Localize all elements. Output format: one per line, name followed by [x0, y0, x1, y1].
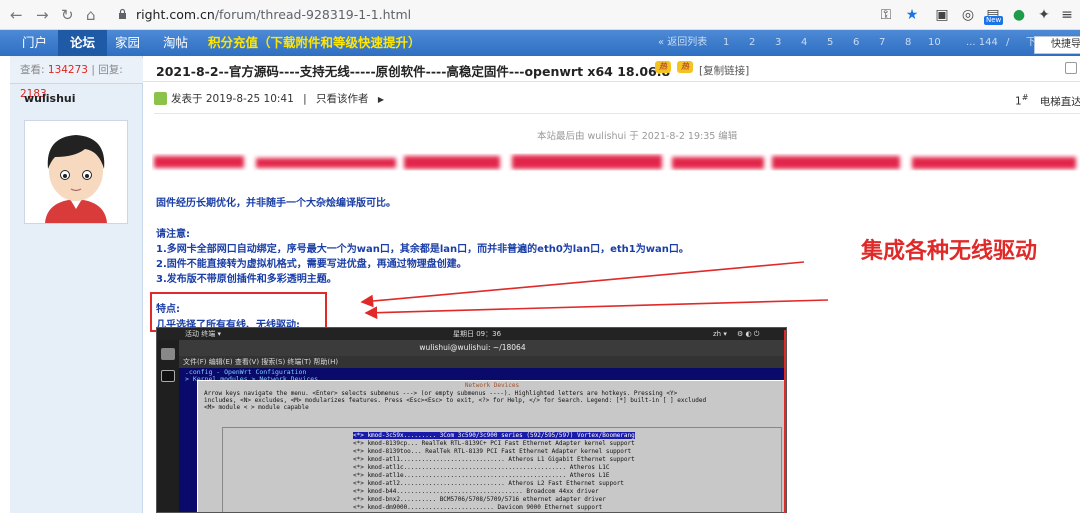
dock [157, 340, 179, 512]
terminal-title: wulishui@wulishui: ~/18064 [157, 340, 786, 356]
highlight-edge [784, 330, 786, 513]
help-text: <M> module < > module capable [204, 404, 309, 411]
list-item[interactable]: <*> kmod-dm9000........................ … [353, 504, 602, 511]
list-item[interactable]: <*> kmod-8139cp... RealTek RTL-8139C+ PC… [353, 440, 635, 447]
desktop-topbar: 活动 终端 ▾ 星期日 09：36 zh ▾ ⚙ ◐ ⏻ [157, 328, 786, 340]
terminal-menu: 文件(F) 编辑(E) 查看(V) 搜索(S) 终端(T) 帮助(H) [179, 356, 786, 368]
terminal-body: .config - OpenWrt Configuration > Kernel… [179, 368, 786, 512]
list-item[interactable]: <*> kmod-3c59x......... 3Com 3c590/3c900… [353, 432, 635, 439]
clock: 星期日 09：36 [453, 330, 502, 338]
terminal-screenshot: 活动 终端 ▾ 星期日 09：36 zh ▾ ⚙ ◐ ⏻ wulishui@wu… [156, 327, 787, 513]
list-item[interactable]: <*> kmod-bnx2.......... BCM5706/5708/570… [353, 496, 606, 503]
annotation-text: 集成各种无线驱动 [861, 239, 1038, 264]
list-item[interactable]: <*> kmod-b44............................… [353, 488, 599, 495]
list-item[interactable]: <*> kmod-8139too... RealTek RTL-8139 PCI… [353, 448, 631, 455]
list-item[interactable]: <*> kmod-atl1c..........................… [353, 464, 609, 471]
help-text: Arrow keys navigate the menu. <Enter> se… [204, 390, 678, 397]
help-text: includes, <N> excludes, <M> modularizes … [204, 397, 707, 404]
input-method: zh ▾ [713, 330, 727, 338]
files-icon[interactable] [161, 348, 175, 360]
network-icon: ⚙ ◐ ⏻ [737, 330, 760, 338]
list-item[interactable]: <*> kmod-atl1...........................… [353, 456, 635, 463]
list-item[interactable]: <*> kmod-atl2...........................… [353, 480, 624, 487]
activities-label: 活动 终端 ▾ [185, 330, 221, 338]
menuconfig-dialog: Network Devices Arrow keys navigate the … [197, 380, 786, 512]
dialog-title: Network Devices [464, 382, 520, 389]
options-list: <*> kmod-3c59x......... 3Com 3c590/3c900… [222, 427, 782, 512]
list-item[interactable]: <*> kmod-atl1e..........................… [353, 472, 609, 479]
terminal-icon[interactable] [161, 370, 175, 382]
